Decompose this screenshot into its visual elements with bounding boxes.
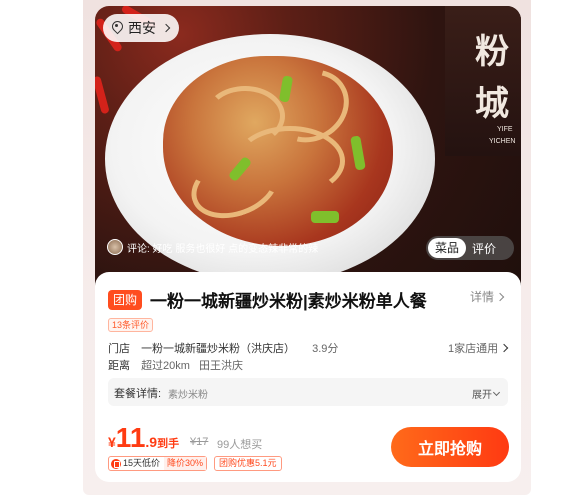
- chevron-down-icon: [492, 388, 501, 397]
- price-suffix: 到手: [157, 438, 180, 450]
- buy-now-button[interactable]: 立即抢购: [391, 427, 509, 467]
- low-price-tag: 15天低价 降价30%: [108, 456, 208, 471]
- review-snippet[interactable]: 评论: 好吃 服务也很好 点的变态辣非常的辣: [107, 237, 318, 257]
- store-name: 一粉一城新疆炒米粉（洪庆店）: [141, 343, 296, 355]
- chevron-right-icon: [161, 23, 171, 32]
- store-row[interactable]: 门店 一粉一城新疆炒米粉（洪庆店） 3.9分: [108, 340, 338, 356]
- chevron-right-icon: [499, 343, 509, 353]
- location-pin-icon: [111, 21, 124, 36]
- photo-toggle[interactable]: 菜品 评价: [426, 236, 514, 260]
- stores-applicable-link[interactable]: 1家店通用: [448, 340, 509, 356]
- tab-reviews[interactable]: 评价: [466, 240, 502, 257]
- group-buy-badge: 团购: [108, 290, 143, 310]
- chili-decor: [95, 75, 110, 115]
- distance-label: 距离: [108, 360, 130, 372]
- expand-toggle[interactable]: 展开: [472, 386, 501, 401]
- review-text: 评论: 好吃 服务也很好 点的变态辣非常的辣: [127, 243, 319, 255]
- store-label: 门店: [108, 343, 130, 355]
- detail-label: 详情: [470, 290, 495, 304]
- shop-sign: 粉 城 YIFE YICHEN: [445, 6, 521, 156]
- sign-text: YICHEN: [489, 138, 516, 145]
- chevron-right-icon: [495, 292, 505, 302]
- ratings-count-badge[interactable]: 13条评价: [108, 318, 154, 332]
- price-decimal: .9: [145, 434, 158, 450]
- original-price: ¥17: [190, 436, 209, 448]
- deal-title: 一粉一城新疆炒米粉|素炒米粉单人餐: [150, 292, 427, 311]
- low-price-text: 15天低价: [123, 458, 161, 468]
- detail-link[interactable]: 详情: [470, 288, 505, 305]
- location-selector[interactable]: 西安: [103, 14, 179, 42]
- sign-char: 城: [475, 84, 509, 124]
- store-score: 3.9分: [312, 343, 339, 355]
- price-currency: ¥: [108, 434, 116, 450]
- deal-price: ¥ 11 .9 到手: [108, 424, 179, 452]
- coupon-tag: 团购优惠5.1元: [214, 456, 282, 471]
- discount-text: 降价30%: [164, 457, 207, 470]
- avatar: [107, 239, 123, 255]
- expand-label: 展开: [472, 390, 492, 401]
- stores-applicable-label: 1家店通用: [448, 343, 499, 355]
- pepper-piece: [311, 211, 339, 223]
- coupon-text: 团购优惠5.1元: [219, 458, 277, 468]
- tab-dishes[interactable]: 菜品: [428, 238, 467, 258]
- wants-count: 99人想买: [217, 439, 263, 451]
- price-drop-icon: [111, 458, 121, 469]
- sign-char: 粉: [475, 32, 509, 72]
- city-label: 西安: [128, 20, 156, 36]
- price-integer: 11: [115, 422, 146, 453]
- distance-area: 田王洪庆: [199, 360, 244, 372]
- package-value: 素炒米粉: [168, 390, 208, 401]
- package-label: 套餐详情:: [114, 388, 162, 400]
- distance-value: 超过20km: [141, 360, 190, 372]
- distance-row: 距离 超过20km 田王洪庆: [108, 357, 243, 373]
- sign-text: YIFE: [497, 126, 513, 133]
- page: 粉 城 YIFE YICHEN 西安 评论: 好吃 服务也很好 点的变态辣非常的…: [0, 0, 561, 495]
